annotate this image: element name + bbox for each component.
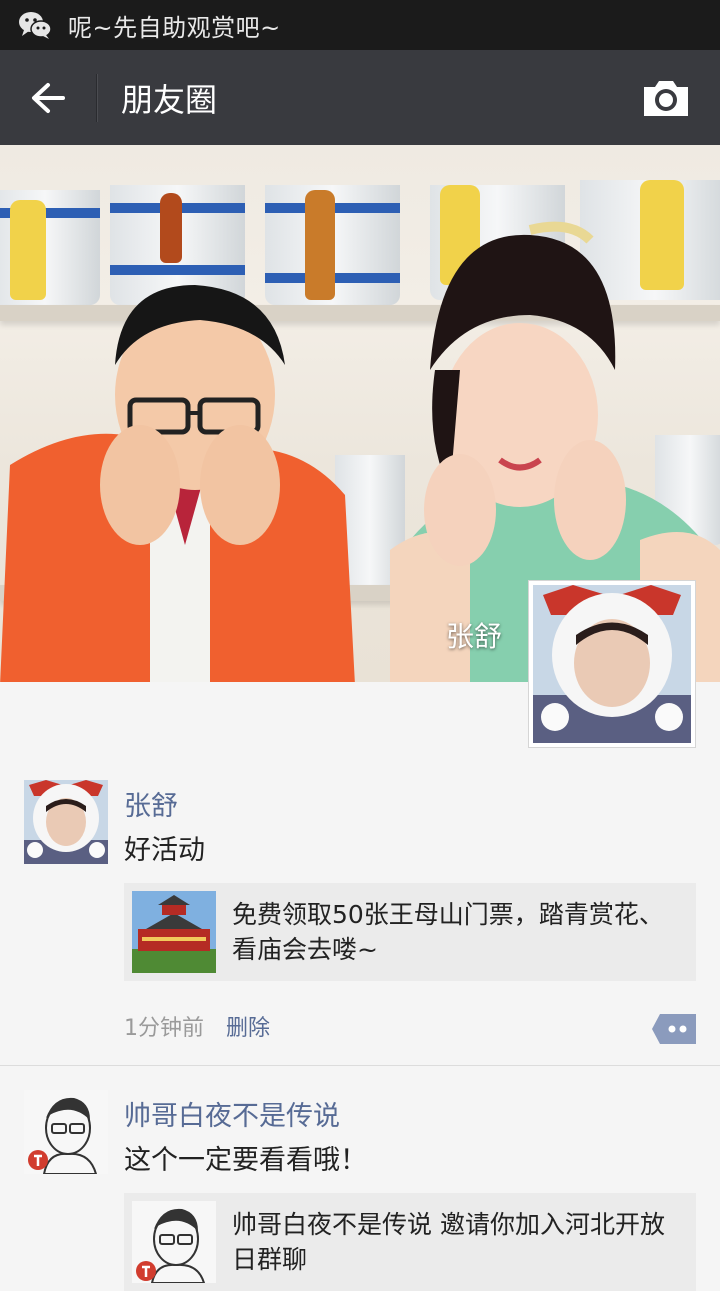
shared-link-card[interactable]: 帅哥白夜不是传说 邀请你加入河北开放日群聊: [124, 1193, 696, 1291]
post-timestamp: 1分钟前: [124, 1016, 204, 1041]
status-bar: 呢~先自助观赏吧~: [0, 0, 720, 50]
photo-man: [0, 285, 355, 682]
back-button[interactable]: [0, 50, 96, 145]
profile-avatar[interactable]: [528, 580, 696, 748]
avatar: [533, 585, 691, 743]
arrow-left-icon: [32, 82, 65, 113]
cover-owner-name: 张舒: [445, 620, 502, 653]
comment-button[interactable]: [652, 1014, 696, 1044]
divider: [96, 73, 97, 122]
post-text: 好活动: [124, 835, 205, 866]
shared-link-text: 免费领取50张王母山门票，踏青赏花、看庙会去喽~: [232, 900, 664, 964]
post-avatar[interactable]: [24, 1090, 108, 1174]
delete-button[interactable]: 删除: [226, 1010, 270, 1042]
shared-link-thumbnail: [132, 1201, 216, 1283]
shared-link-text: 帅哥白夜不是传说 邀请你加入河北开放日群聊: [232, 1210, 665, 1274]
wechat-icon: [18, 10, 52, 40]
post-author[interactable]: 张舒: [124, 784, 178, 823]
shared-link-card[interactable]: 免费领取50张王母山门票，踏青赏花、看庙会去喽~: [124, 883, 696, 981]
comment-icon: [652, 1014, 696, 1044]
post-text: 这个一定要看看哦！: [124, 1145, 367, 1176]
shared-link-thumbnail: [132, 891, 216, 973]
app-bar: 朋友圈: [0, 50, 720, 145]
post-author[interactable]: 帅哥白夜不是传说: [124, 1094, 340, 1133]
moment-post: 帅哥白夜不是传说 这个一定要看看哦！ 帅哥白夜不是传说 邀请你加入河北开放日群聊: [0, 1090, 720, 1291]
camera-icon: [644, 81, 688, 116]
camera-button[interactable]: [642, 78, 690, 118]
post-avatar[interactable]: [24, 780, 108, 864]
status-message: 呢~先自助观赏吧~: [68, 13, 281, 42]
moment-post: 张舒 好活动 免费领取50张王母山门票，踏青赏花、看庙会去喽~ 1分钟前 删除: [0, 780, 720, 1065]
post-divider: [0, 1065, 720, 1066]
page-title: 朋友圈: [121, 80, 218, 119]
